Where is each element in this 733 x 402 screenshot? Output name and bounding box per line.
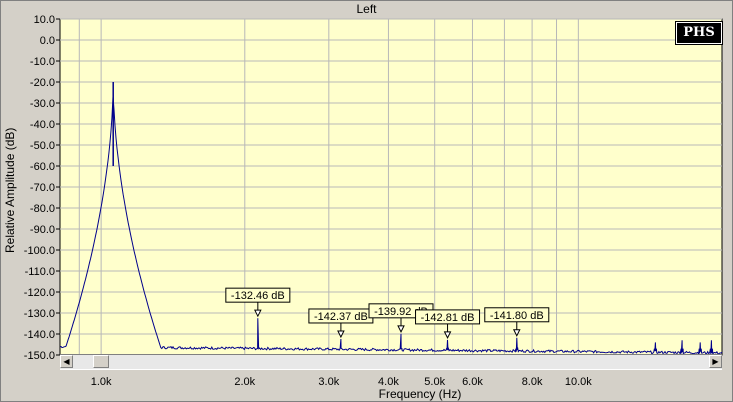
y-tick-label: -10.0: [30, 56, 55, 68]
y-tick-label: -40.0: [30, 119, 55, 131]
y-tick-label: -150.0: [24, 350, 55, 362]
horizontal-scrollbar[interactable]: ◀ ▶: [60, 354, 722, 370]
scroll-left-button[interactable]: ◀: [60, 355, 73, 368]
y-tick-label: -60.0: [30, 161, 55, 173]
x-tick-label: 2.0k: [234, 376, 255, 388]
spectrum-plot: 10.0 0.0 -10.0 -20.0 -30.0 -40.0 -50.0 -60.0 -70…: [24, 14, 723, 388]
scroll-thumb[interactable]: [93, 355, 109, 368]
annotation-label: -141.80 dB: [490, 310, 544, 322]
x-tick-label: 4.0k: [378, 376, 399, 388]
annotation-label: -142.81 dB: [421, 312, 475, 324]
y-tick-label: 10.0: [34, 14, 55, 26]
y-tick-label: -70.0: [30, 182, 55, 194]
x-tick-label: 1.0k: [91, 376, 112, 388]
y-tick-label: -80.0: [30, 203, 55, 215]
annotation-label: -142.37 dB: [314, 311, 368, 323]
y-tick-label: -30.0: [30, 98, 55, 110]
y-tick-label: -120.0: [24, 287, 55, 299]
phs-logo: PHS: [676, 22, 722, 44]
y-tick-label: -100.0: [24, 245, 55, 257]
scroll-right-button[interactable]: ▶: [709, 355, 722, 368]
x-tick-label: 8.0k: [522, 376, 543, 388]
y-tick-label: -90.0: [30, 224, 55, 236]
y-tick-label: -50.0: [30, 140, 55, 152]
x-tick-label: 3.0k: [318, 376, 339, 388]
y-tick-label: -140.0: [24, 329, 55, 341]
y-tick-label: -130.0: [24, 308, 55, 320]
x-tick-label: 5.0k: [424, 376, 445, 388]
x-tick-label: 10.0k: [565, 376, 592, 388]
annotation-label: -132.46 dB: [231, 290, 285, 302]
y-tick-label: 0.0: [40, 35, 55, 47]
y-tick-label: -20.0: [30, 77, 55, 89]
x-tick-label: 6.0k: [462, 376, 483, 388]
y-tick-label: -110.0: [25, 266, 55, 278]
